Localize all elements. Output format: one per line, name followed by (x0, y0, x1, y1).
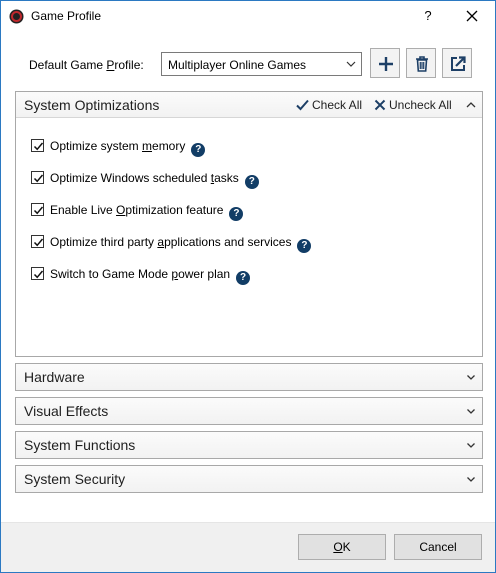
system-functions-title: System Functions (24, 437, 136, 453)
checkbox[interactable] (31, 139, 44, 152)
profile-label-part: Default Game (29, 58, 107, 72)
cancel-button[interactable]: Cancel (394, 534, 482, 560)
option-label-text: ptimization feature (125, 203, 224, 217)
ok-accesskey: O (333, 540, 343, 554)
delete-profile-button[interactable] (406, 48, 436, 78)
export-profile-button[interactable] (442, 48, 472, 78)
help-icon[interactable]: ? (229, 207, 244, 221)
option-label-text: Enable Live (50, 203, 117, 217)
visual-effects-title: Visual Effects (24, 403, 109, 419)
option-label-accesskey: m (142, 139, 153, 153)
option-label-text: ower plan (178, 267, 231, 281)
system-security-header[interactable]: System Security (16, 466, 482, 492)
plus-icon (379, 57, 393, 71)
check-all-button[interactable]: Check All (296, 98, 362, 112)
title-bar: Game Profile ? (1, 1, 495, 32)
close-button[interactable] (455, 3, 489, 29)
checkmark-icon (33, 238, 44, 247)
hardware-panel[interactable]: Hardware (15, 363, 483, 391)
check-all-label: Check All (312, 98, 363, 112)
ok-button[interactable]: OK (298, 534, 386, 560)
chevron-down-icon[interactable] (465, 473, 477, 485)
close-icon (466, 10, 478, 22)
system-optimizations-panel: System Optimizations Check All Uncheck A… (15, 91, 483, 357)
option-label: Optimize Windows scheduled tasks? (50, 171, 259, 189)
checkbox[interactable] (31, 203, 44, 216)
system-security-title: System Security (24, 471, 126, 487)
option-label: Optimize system memory? (50, 139, 206, 157)
checkmark-icon (33, 270, 44, 279)
chevron-down-icon (345, 58, 357, 70)
chevron-down-icon[interactable] (465, 405, 477, 417)
chevron-up-icon[interactable] (465, 99, 477, 111)
checkmark-icon (33, 142, 44, 151)
chevron-down-icon[interactable] (465, 439, 477, 451)
option-label-text: Switch to Game Mode (50, 267, 172, 281)
uncheck-all-button[interactable]: Uncheck All (374, 98, 452, 112)
system-functions-header[interactable]: System Functions (16, 432, 482, 458)
option-label-text: emory (152, 139, 186, 153)
profile-label-part: rofile: (114, 58, 144, 72)
game-profile-selected-value: Multiplayer Online Games (168, 58, 307, 72)
window-title: Game Profile (31, 9, 102, 23)
system-security-panel[interactable]: System Security (15, 465, 483, 493)
checkmark-icon (33, 206, 44, 215)
system-optimizations-title: System Optimizations (24, 97, 160, 113)
checkbox[interactable] (31, 171, 44, 184)
trash-icon (416, 56, 428, 72)
add-profile-button[interactable] (370, 48, 400, 78)
option-label-text: Optimize third party (50, 235, 158, 249)
x-icon (374, 99, 386, 111)
option-label-text: asks (214, 171, 239, 185)
dialog-footer: OK Cancel (1, 522, 495, 572)
game-profile-select[interactable]: Multiplayer Online Games (161, 52, 362, 76)
option-label: Optimize third party applications and se… (50, 235, 312, 253)
option-label-text: Optimize system (50, 139, 143, 153)
checkmark-icon (33, 174, 44, 183)
chevron-down-icon[interactable] (465, 371, 477, 383)
checkbox[interactable] (31, 235, 44, 248)
option-label: Enable Live Optimization feature? (50, 203, 244, 221)
uncheck-all-label: Uncheck All (389, 98, 452, 112)
help-icon[interactable]: ? (236, 271, 251, 285)
option-label-accesskey: O (116, 203, 126, 217)
app-logo-icon (9, 9, 24, 24)
help-icon[interactable]: ? (244, 175, 259, 189)
visual-effects-panel[interactable]: Visual Effects (15, 397, 483, 425)
system-optimizations-header[interactable]: System Optimizations Check All Uncheck A… (16, 92, 482, 118)
system-functions-panel[interactable]: System Functions (15, 431, 483, 459)
option-label-text: Optimize Windows scheduled (50, 171, 211, 185)
checkmark-icon (296, 99, 309, 111)
ok-label: K (342, 540, 351, 554)
hardware-title: Hardware (24, 369, 85, 385)
visual-effects-header[interactable]: Visual Effects (16, 398, 482, 424)
option-label-text: pplications and services (164, 235, 292, 249)
checkbox[interactable] (31, 267, 44, 280)
help-icon[interactable]: ? (191, 143, 206, 157)
hardware-header[interactable]: Hardware (16, 364, 482, 390)
default-game-profile-label: Default Game Profile: (29, 58, 144, 72)
help-button[interactable]: ? (411, 3, 445, 29)
export-icon (451, 56, 466, 71)
help-icon[interactable]: ? (297, 239, 312, 253)
option-label: Switch to Game Mode power plan? (50, 267, 251, 285)
game-profile-window: Game Profile ? Default Game Profile: Mul… (0, 0, 496, 573)
